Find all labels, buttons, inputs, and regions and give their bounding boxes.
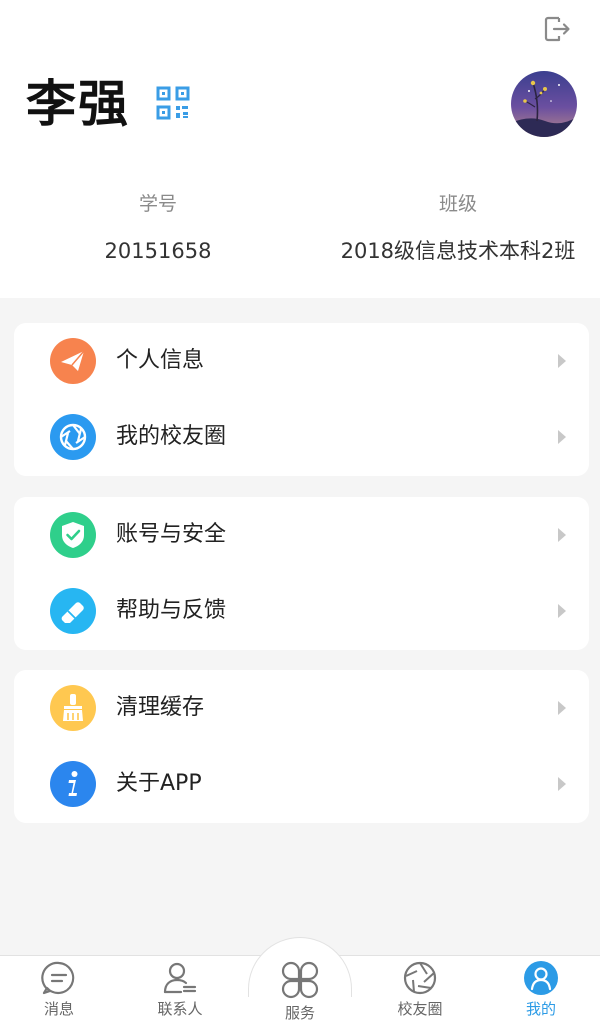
eraser-icon	[50, 588, 96, 634]
menu-item-my-alumni-circle[interactable]: 我的校友圈	[14, 399, 589, 475]
shield-check-icon	[50, 512, 96, 558]
tab-contacts[interactable]: 联系人	[130, 960, 230, 1019]
user-name: 李强	[26, 75, 130, 133]
menu-item-clear-cache[interactable]: 清理缓存	[14, 670, 589, 746]
logout-icon	[544, 16, 570, 42]
student-id-block: 学号 20151658	[58, 190, 258, 266]
tab-mine[interactable]: 我的	[491, 960, 591, 1019]
tab-label: 服务	[284, 1004, 315, 1022]
chevron-right-icon	[558, 604, 566, 618]
profile-header: 李强 学号 20151658 班级 2018级信息技术本科2班	[0, 0, 600, 298]
logout-button[interactable]	[542, 14, 572, 44]
qr-code-icon	[156, 86, 190, 120]
student-id-label: 学号	[138, 193, 177, 215]
user-icon	[524, 961, 558, 995]
tab-label: 校友圈	[397, 1000, 443, 1018]
info-icon	[50, 761, 96, 807]
contacts-icon	[163, 962, 197, 994]
menu-card-account: 账号与安全 帮助与反馈	[14, 497, 589, 650]
menu-card-profile: 个人信息 我的校友圈	[14, 323, 589, 476]
chevron-right-icon	[558, 354, 566, 368]
paper-plane-icon	[50, 338, 96, 384]
qr-code-button[interactable]	[156, 86, 190, 120]
tab-services[interactable]: 服务	[250, 960, 350, 1023]
student-id-value: 20151658	[104, 239, 212, 263]
menu-item-help-feedback[interactable]: 帮助与反馈	[14, 573, 589, 649]
class-block: 班级 2018级信息技术本科2班	[330, 190, 586, 266]
menu-item-label: 清理缓存	[116, 695, 205, 720]
tab-label: 联系人	[157, 1000, 203, 1018]
message-icon	[41, 961, 75, 995]
menu-card-system: 清理缓存 关于APP	[14, 670, 589, 823]
menu-item-label: 账号与安全	[116, 522, 227, 547]
broom-icon	[50, 685, 96, 731]
menu-item-personal-info[interactable]: 个人信息	[14, 323, 589, 399]
chevron-right-icon	[558, 528, 566, 542]
class-label: 班级	[438, 193, 477, 215]
menu-item-label: 个人信息	[116, 348, 205, 373]
chevron-right-icon	[558, 430, 566, 444]
chevron-right-icon	[558, 777, 566, 791]
tab-label: 消息	[43, 1000, 74, 1018]
tab-label: 我的	[525, 1000, 556, 1018]
menu-item-account-security[interactable]: 账号与安全	[14, 497, 589, 573]
class-value: 2018级信息技术本科2班	[340, 239, 576, 263]
menu-item-label: 关于APP	[116, 771, 202, 796]
tab-alumni-circle[interactable]: 校友圈	[370, 960, 470, 1019]
tab-messages[interactable]: 消息	[9, 960, 109, 1019]
chevron-right-icon	[558, 701, 566, 715]
aperture-icon	[403, 961, 437, 995]
aperture-icon	[50, 414, 96, 460]
avatar[interactable]	[511, 71, 577, 137]
menu-item-label: 我的校友圈	[116, 424, 227, 449]
services-grid-icon	[281, 961, 319, 999]
menu-item-about-app[interactable]: 关于APP	[14, 746, 589, 822]
menu-item-label: 帮助与反馈	[116, 598, 227, 623]
